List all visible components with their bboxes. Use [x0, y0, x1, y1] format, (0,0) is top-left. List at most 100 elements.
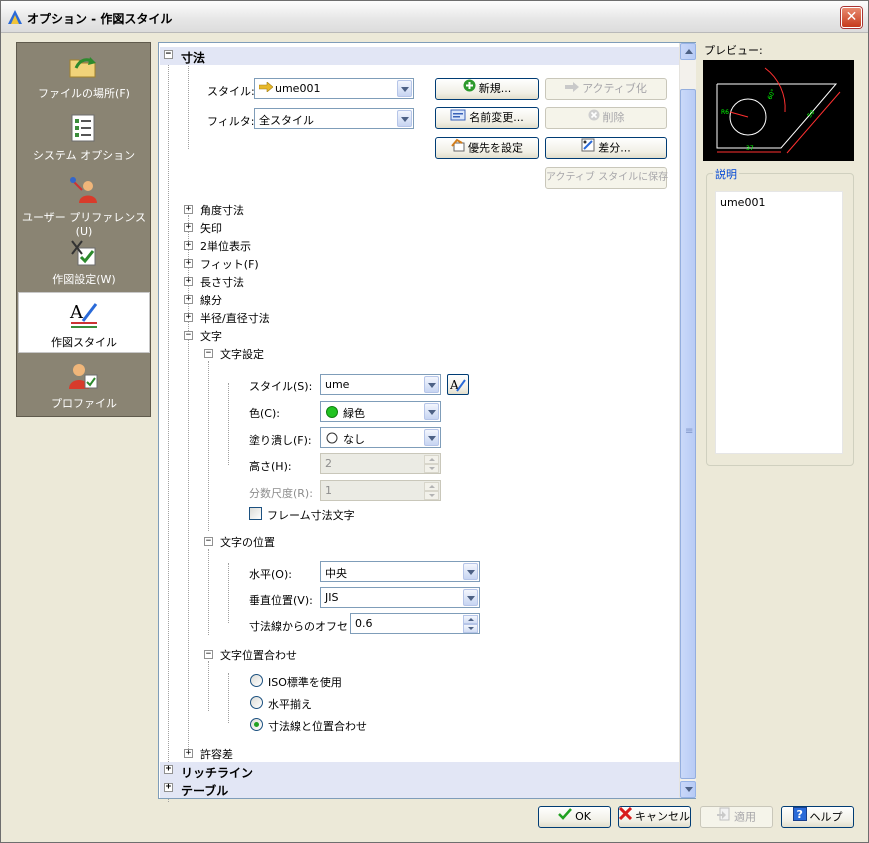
tree-node-label: 線分	[200, 294, 222, 307]
text-style-edit-button[interactable]: A	[447, 374, 469, 395]
spin-up-icon[interactable]	[424, 482, 439, 491]
fraction-scale-label: 分数尺度(R):	[249, 487, 313, 500]
tree-node-label: フィット(F)	[200, 258, 259, 271]
difference-icon	[581, 138, 595, 159]
chevron-down-icon[interactable]	[424, 403, 439, 420]
tree-node-label: 文字設定	[220, 348, 264, 361]
section-table[interactable]: + テーブル	[160, 780, 680, 798]
scroll-down-icon[interactable]	[680, 781, 696, 798]
apply-button[interactable]: 適用	[700, 806, 773, 828]
nav-label: ファイルの場所(F)	[38, 87, 130, 100]
chevron-down-icon[interactable]	[424, 376, 439, 393]
filter-label: フィルタ:	[207, 115, 255, 128]
spin-up-icon[interactable]	[463, 615, 478, 624]
text-color-select[interactable]: 緑色	[320, 401, 441, 422]
drawing-style-icon: A	[69, 302, 98, 328]
user-preferences-icon	[70, 177, 97, 203]
scroll-thumb[interactable]	[680, 89, 696, 779]
section-dimension[interactable]: − 寸法	[160, 47, 680, 65]
save-active-style-button[interactable]: アクティブ スタイルに保存	[545, 167, 668, 189]
expand-icon[interactable]: +	[164, 765, 173, 774]
help-icon: ?	[792, 807, 807, 828]
tree-node-label: 文字位置合わせ	[220, 649, 297, 662]
ok-label: OK	[575, 810, 591, 823]
style-label: スタイル:	[207, 85, 255, 98]
text-fill-select[interactable]: なし	[320, 427, 441, 448]
nav-item-user-preferences[interactable]: ユーザー プリファレンス(U)	[18, 168, 150, 238]
collapse-icon[interactable]: −	[204, 650, 213, 659]
section-richline[interactable]: + リッチライン	[160, 762, 680, 780]
collapse-icon[interactable]: −	[184, 331, 193, 340]
expand-icon[interactable]: +	[164, 783, 173, 792]
chevron-down-icon[interactable]	[397, 80, 412, 97]
help-label: ヘルプ	[809, 810, 843, 824]
collapse-icon[interactable]: −	[164, 50, 173, 59]
collapse-icon[interactable]: −	[204, 537, 213, 546]
tree-node-label: 文字	[200, 330, 222, 343]
apply-icon	[717, 807, 731, 828]
nav-item-profile[interactable]: プロファイル	[18, 354, 150, 415]
vertical-position-select[interactable]: JIS	[320, 587, 480, 608]
filter-select[interactable]: 全スタイル	[254, 108, 414, 129]
help-button[interactable]: ? ヘルプ	[781, 806, 854, 828]
difference-button[interactable]: 差分...	[545, 137, 667, 159]
text-height-value: 2	[325, 457, 332, 470]
chevron-down-icon[interactable]	[397, 110, 412, 127]
chevron-down-icon[interactable]	[424, 429, 439, 446]
spin-down-icon[interactable]	[463, 624, 478, 633]
title-bar[interactable]: オプション - 作図スタイル ✕	[1, 1, 868, 33]
align-iso-radio[interactable]	[250, 674, 263, 687]
spin-down-icon[interactable]	[424, 491, 439, 500]
nav-item-system-options[interactable]: システム オプション	[18, 106, 150, 167]
tree-scrollbar[interactable]	[679, 43, 696, 798]
close-button[interactable]: ✕	[841, 7, 862, 28]
text-style-select[interactable]: ume	[320, 374, 441, 395]
set-active-button[interactable]: アクティブ化	[545, 78, 667, 100]
delete-button[interactable]: 削除	[545, 107, 667, 129]
expand-icon[interactable]: +	[184, 241, 193, 250]
cancel-button[interactable]: キャンセル	[618, 806, 691, 828]
fraction-scale-spinner[interactable]: 1	[320, 480, 441, 501]
nav-item-drawing-settings[interactable]: 作図設定(W)	[18, 230, 150, 291]
expand-icon[interactable]: +	[184, 295, 193, 304]
chevron-down-icon[interactable]	[463, 589, 478, 606]
new-style-button[interactable]: 新規...	[435, 78, 539, 100]
tree-guide	[168, 60, 169, 802]
horizontal-position-select[interactable]: 中央	[320, 561, 480, 582]
expand-icon[interactable]: +	[184, 749, 193, 758]
set-priority-button[interactable]: 優先を設定	[435, 137, 539, 159]
rename-button[interactable]: 名前変更...	[435, 107, 539, 129]
options-nav: ファイルの場所(F) システム オプション ユーザー プリファレンス(U) 作図…	[16, 42, 151, 417]
frame-text-checkbox[interactable]	[249, 507, 262, 520]
expand-icon[interactable]: +	[184, 205, 193, 214]
nav-item-file-locations[interactable]: ファイルの場所(F)	[18, 44, 150, 105]
expand-icon[interactable]: +	[184, 223, 193, 232]
text-height-spinner[interactable]: 2	[320, 453, 441, 474]
expand-icon[interactable]: +	[184, 277, 193, 286]
dim-style-select[interactable]: ume001	[254, 78, 414, 99]
profile-icon	[69, 364, 98, 389]
align-horizontal-radio[interactable]	[250, 696, 263, 709]
expand-icon[interactable]: +	[184, 313, 193, 322]
vertical-label: 垂直位置(V):	[249, 594, 313, 607]
horizontal-value: 中央	[325, 567, 347, 580]
collapse-icon[interactable]: −	[204, 349, 213, 358]
ok-button[interactable]: OK	[538, 806, 611, 828]
text-style-label: スタイル(S):	[249, 380, 313, 393]
offset-spinner[interactable]: 0.6	[350, 613, 480, 634]
chevron-down-icon[interactable]	[463, 563, 478, 580]
description-textbox[interactable]: ume001	[715, 191, 843, 454]
spin-up-icon[interactable]	[424, 455, 439, 464]
preview-angle-text: 60°	[766, 88, 777, 101]
spin-down-icon[interactable]	[424, 464, 439, 473]
expand-icon[interactable]: +	[184, 259, 193, 268]
nav-item-drawing-style[interactable]: A 作図スタイル	[18, 292, 150, 353]
tree-node-label: 角度寸法	[200, 204, 244, 217]
drawing-settings-icon	[71, 240, 96, 266]
tree-node-label: 長さ寸法	[200, 276, 244, 289]
description-text: ume001	[720, 196, 766, 209]
nav-label: システム オプション	[32, 149, 136, 162]
align-dimline-radio[interactable]	[250, 718, 263, 731]
align-dimline-label: 寸法線と位置合わせ	[268, 720, 367, 733]
scroll-up-icon[interactable]	[680, 43, 696, 60]
